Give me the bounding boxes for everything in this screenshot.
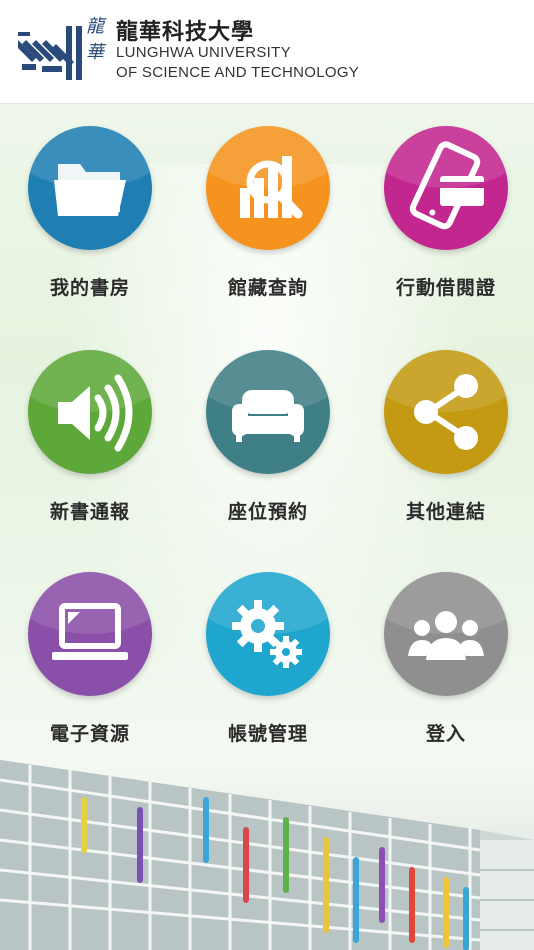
university-name-zh: 龍華科技大學 (116, 20, 255, 45)
logo-calligraphy: 龍華 (86, 16, 104, 63)
gears-icon (206, 572, 330, 696)
sofa-icon (206, 350, 330, 474)
menu-label: 帳號管理 (227, 723, 308, 745)
menu-tile-login[interactable]: 登入 (370, 572, 520, 762)
share-icon (384, 350, 508, 474)
university-name-en-line1: LUNGHWA UNIVERSITY (116, 44, 291, 61)
menu-tile-other-links[interactable]: 其他連結 (370, 350, 520, 540)
laptop-icon (28, 572, 152, 696)
menu-tile-account-management[interactable]: 帳號管理 (192, 572, 342, 762)
menu-tile-catalog-search[interactable]: 館藏查詢 (192, 126, 342, 316)
menu-label: 我的書房 (49, 277, 130, 299)
menu-tile-new-books[interactable]: 新書通報 (14, 350, 164, 540)
menu-label: 座位預約 (227, 501, 308, 523)
menu-label: 其他連結 (405, 501, 486, 523)
search-chart-icon (206, 126, 330, 250)
menu-label: 行動借閱證 (395, 277, 496, 299)
menu-tile-mobile-card[interactable]: 行動借閱證 (370, 126, 520, 316)
university-logo-icon (18, 26, 82, 80)
menu-label: 館藏查詢 (227, 277, 308, 299)
folder-icon (28, 126, 152, 250)
menu-label: 電子資源 (49, 723, 130, 745)
users-icon (384, 572, 508, 696)
megaphone-icon (28, 350, 152, 474)
menu-label: 新書通報 (49, 501, 130, 523)
mobile-card-icon (384, 126, 508, 250)
app-header: 龍華 龍華科技大學 LUNGHWA UNIVERSITY OF SCIENCE … (0, 0, 534, 104)
university-name-en-line2: OF SCIENCE AND TECHNOLOGY (116, 64, 360, 81)
library-building-image (0, 740, 534, 950)
menu-tile-e-resources[interactable]: 電子資源 (14, 572, 164, 762)
menu-label: 登入 (425, 723, 466, 745)
menu-tile-my-study[interactable]: 我的書房 (14, 126, 164, 316)
menu-tile-seat-reservation[interactable]: 座位預約 (192, 350, 342, 540)
